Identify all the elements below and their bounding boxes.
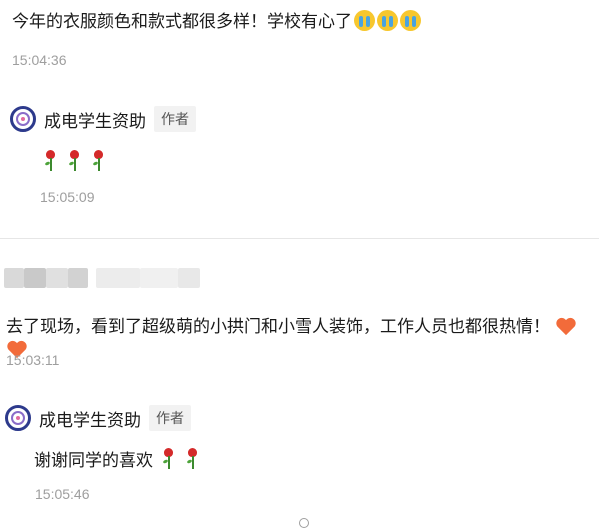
comment-2-text: 去了现场，看到了超级萌的小拱门和小雪人装饰，工作人员也都很热情！ — [6, 317, 550, 337]
avatar[interactable] — [10, 106, 36, 132]
rose-icon — [68, 150, 81, 172]
comment-1-time: 15:04:36 — [12, 52, 67, 68]
rose-icon — [92, 150, 105, 172]
author-badge: 作者 — [149, 405, 191, 431]
reply-2-author-row: 成电学生资助 作者 — [5, 405, 191, 431]
reply-2-content: 谢谢同学的喜欢 — [34, 448, 205, 473]
reply-1-time: 15:05:09 — [40, 189, 95, 205]
author-name[interactable]: 成电学生资助 — [44, 107, 146, 132]
rose-icon — [44, 150, 57, 172]
rose-icon — [162, 448, 175, 470]
comment-1: 今年的衣服颜色和款式都很多样！学校有心了 — [12, 10, 421, 34]
author-name[interactable]: 成电学生资助 — [39, 406, 141, 431]
comment-divider — [0, 238, 599, 239]
reply-1-text — [44, 150, 111, 172]
loading-icon — [299, 518, 309, 528]
author-badge: 作者 — [154, 106, 196, 132]
reply-2-text: 谢谢同学的喜欢 — [34, 451, 153, 471]
comment-1-text: 今年的衣服颜色和款式都很多样！学校有心了 — [12, 12, 352, 32]
comment-2: 去了现场，看到了超级萌的小拱门和小雪人装饰，工作人员也都很热情！ — [6, 315, 599, 359]
reply-1-author-row: 成电学生资助 作者 — [10, 106, 196, 132]
reply-2-time: 15:05:46 — [35, 486, 90, 502]
comment-2-time: 15:03:11 — [6, 352, 60, 368]
loudly-crying-face-icon — [352, 10, 421, 31]
avatar[interactable] — [5, 405, 31, 431]
rose-icon — [186, 448, 199, 470]
